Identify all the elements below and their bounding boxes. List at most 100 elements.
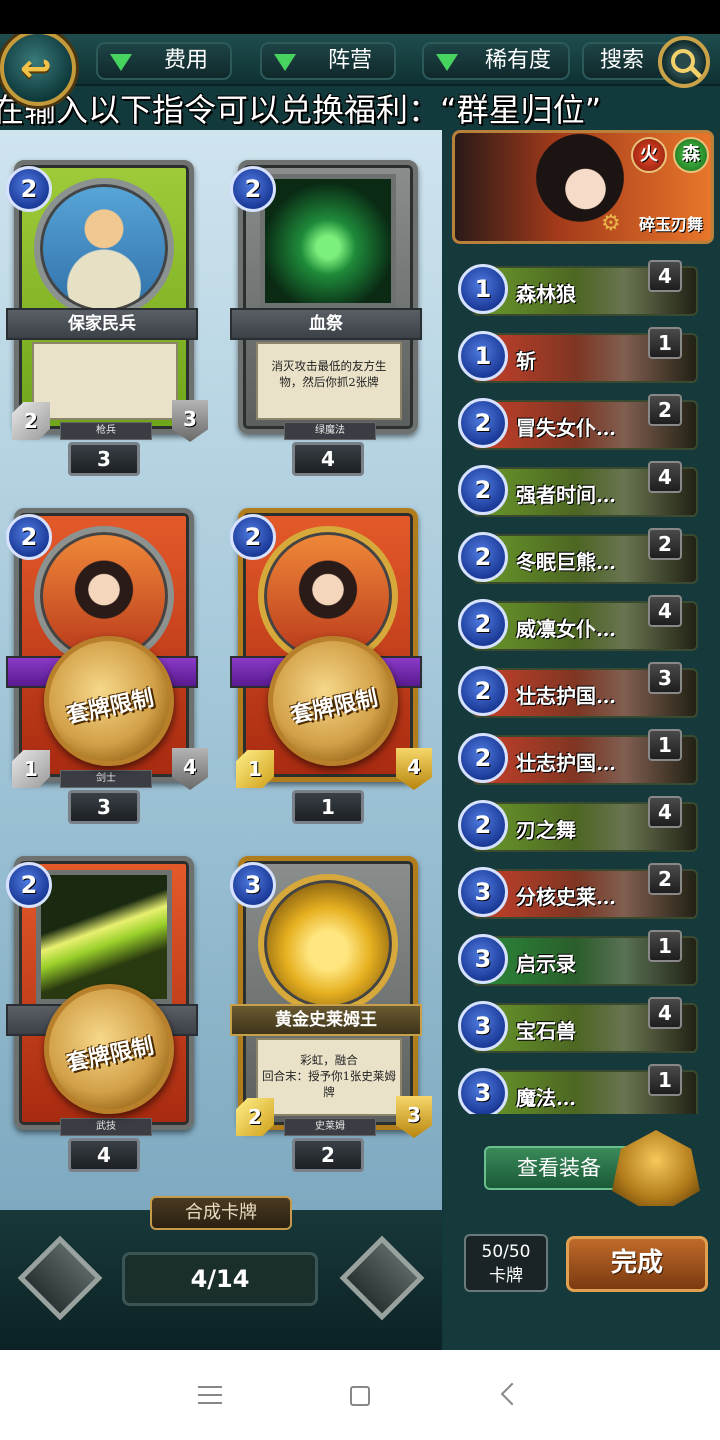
deck-list-item[interactable]: 2 冒失女仆… 2 — [458, 394, 712, 454]
deck-item-name: 壮志护国… — [516, 684, 616, 708]
deck-item-quantity: 4 — [648, 796, 682, 828]
filter-label: 阵营 — [327, 48, 372, 73]
deck-item-name: 宝石兽 — [516, 1019, 576, 1043]
filter-label: 稀有度 — [484, 48, 551, 73]
filter-rarity-button[interactable]: 稀有度 — [422, 42, 570, 80]
menu-icon[interactable] — [198, 1386, 222, 1404]
filter-cost-button[interactable]: 费用 — [96, 42, 232, 80]
game-screen: 费用 阵营 稀有度 搜索 ↩ 在输入以下指令可以兑换福利：“群星归位” 保家民兵… — [0, 34, 720, 1350]
card-name: 黄金史莱姆王 — [230, 1004, 422, 1036]
card-portrait — [260, 174, 396, 308]
view-equipment-button[interactable]: 查看装备 — [484, 1146, 634, 1190]
mana-cost-badge: 2 — [6, 862, 52, 908]
deck-list-item[interactable]: 3 分核史莱… 2 — [458, 863, 712, 923]
mana-cost-badge: 1 — [458, 264, 508, 314]
deck-item-name: 启示录 — [516, 952, 576, 976]
health-badge: 4 — [172, 748, 208, 790]
mana-cost-badge: 2 — [458, 599, 508, 649]
card-collection: 保家民兵 2 2 3 枪兵 3 血祭 消灭攻击最低的友方生物，然后你抓2张牌 2… — [0, 130, 442, 1210]
card-count: 3 — [68, 442, 140, 476]
mana-cost-badge: 2 — [458, 666, 508, 716]
deck-item-quantity: 2 — [648, 528, 682, 560]
deck-list-item[interactable]: 2 刃之舞 4 — [458, 796, 712, 856]
health-badge: 3 — [396, 1096, 432, 1138]
seal-label: 套牌限制 — [64, 1033, 156, 1077]
back-icon[interactable] — [500, 1382, 524, 1406]
deck-list-item[interactable]: 3 魔法… 1 — [458, 1064, 712, 1114]
card[interactable]: 套牌限制 2 1 4 剑士 3 — [2, 508, 208, 828]
deck-item-name: 威凛女仆… — [516, 617, 616, 641]
attack-badge: 1 — [236, 750, 274, 788]
deck-item-quantity: 2 — [648, 394, 682, 426]
mana-cost-badge: 2 — [230, 166, 276, 212]
mana-cost-badge: 1 — [458, 331, 508, 381]
card-portrait — [258, 874, 398, 1014]
deck-item-quantity: 2 — [648, 863, 682, 895]
card-count: 3 — [68, 790, 140, 824]
promo-banner: 在输入以下指令可以兑换福利：“群星归位” — [0, 90, 720, 130]
deck-item-quantity: 4 — [648, 997, 682, 1029]
page-indicator: 4/14 — [122, 1252, 318, 1306]
deck-item-name: 森林狼 — [516, 282, 576, 306]
card-name: 保家民兵 — [6, 308, 198, 340]
card-count: 4 — [68, 1138, 140, 1172]
back-arrow-icon: ↩ — [20, 46, 52, 90]
hero-name: 碎玉刃舞 — [638, 215, 703, 234]
fire-element-badge: 火 — [631, 137, 667, 173]
deck-item-quantity: 1 — [648, 930, 682, 962]
deck-list-item[interactable]: 2 威凛女仆… 4 — [458, 595, 712, 655]
mana-cost-badge: 3 — [458, 934, 508, 984]
deck-item-name: 斩 — [516, 349, 536, 373]
health-badge: 4 — [396, 748, 432, 790]
gear-icon: ⚙ — [601, 211, 621, 236]
card-text: 消灭攻击最低的友方生物，然后你抓2张牌 — [256, 342, 402, 420]
card[interactable]: 保家民兵 2 2 3 枪兵 3 — [2, 160, 208, 480]
deck-list-item[interactable]: 3 宝石兽 4 — [458, 997, 712, 1057]
mana-cost-badge: 2 — [458, 800, 508, 850]
deck-count-value: 50/50 — [481, 1242, 531, 1262]
deck-item-name: 壮志护国… — [516, 751, 616, 775]
mana-cost-badge: 2 — [6, 514, 52, 560]
home-icon[interactable] — [350, 1386, 370, 1406]
deck-list-item[interactable]: 1 森林狼 4 — [458, 260, 712, 320]
seal-label: 套牌限制 — [288, 685, 380, 729]
deck-list-item[interactable]: 2 冬眠巨熊… 2 — [458, 528, 712, 588]
next-page-arrow-icon[interactable] — [339, 1235, 425, 1321]
craft-cards-button[interactable]: 合成卡牌 — [150, 1196, 292, 1230]
deck-card-list[interactable]: 1 森林狼 4 1 斩 1 2 冒失女仆… 2 2 强者时间… 4 2 冬眠巨熊… 2 2 威凛女仆… 4 2 壮志护… — [458, 260, 712, 1114]
deck-item-quantity: 1 — [648, 729, 682, 761]
status-bar — [0, 0, 720, 34]
mana-cost-badge: 3 — [230, 862, 276, 908]
filter-label: 费用 — [163, 48, 208, 73]
deck-item-quantity: 4 — [648, 461, 682, 493]
android-nav-bar — [0, 1350, 720, 1440]
card-text: 彩虹，融合 回合末：授予你1张史莱姆牌 — [256, 1038, 402, 1116]
search-icon[interactable] — [658, 36, 710, 88]
card[interactable]: 套牌限制 2 武技 4 — [2, 856, 200, 1176]
deck-item-name: 冬眠巨熊… — [516, 550, 616, 574]
filter-faction-button[interactable]: 阵营 — [260, 42, 396, 80]
deck-list-item[interactable]: 2 强者时间… 4 — [458, 461, 712, 521]
done-button[interactable]: 完成 — [566, 1236, 708, 1292]
card[interactable]: 黄金史莱姆王 彩虹，融合 回合末：授予你1张史莱姆牌 3 2 3 史莱姆 2 — [226, 856, 432, 1176]
mana-cost-badge: 2 — [458, 532, 508, 582]
prev-page-arrow-icon[interactable] — [17, 1235, 103, 1321]
card-subtype: 枪兵 — [60, 422, 152, 440]
deck-list-item[interactable]: 3 启示录 1 — [458, 930, 712, 990]
health-badge: 3 — [172, 400, 208, 442]
mana-cost-badge: 3 — [458, 867, 508, 917]
card-text — [32, 342, 178, 420]
mana-cost-badge: 2 — [458, 733, 508, 783]
deck-item-name: 冒失女仆… — [516, 416, 616, 440]
search-label: 搜索 — [600, 48, 645, 73]
mana-cost-badge: 2 — [6, 166, 52, 212]
deck-list-item[interactable]: 1斩1 — [458, 327, 712, 387]
deck-item-name: 魔法… — [516, 1086, 576, 1110]
card[interactable]: 血祭 消灭攻击最低的友方生物，然后你抓2张牌 2 绿魔法 4 — [226, 160, 424, 480]
deck-list-item[interactable]: 2 壮志护国… 3 — [458, 662, 712, 722]
hero-portrait[interactable]: 火 森 ⚙ 碎玉刃舞 — [452, 130, 714, 244]
helmet-icon — [612, 1130, 700, 1206]
card[interactable]: 套牌限制 2 1 4 1 — [226, 508, 432, 828]
deck-list-item[interactable]: 2 壮志护国… 1 — [458, 729, 712, 789]
mana-cost-badge: 3 — [458, 1001, 508, 1051]
